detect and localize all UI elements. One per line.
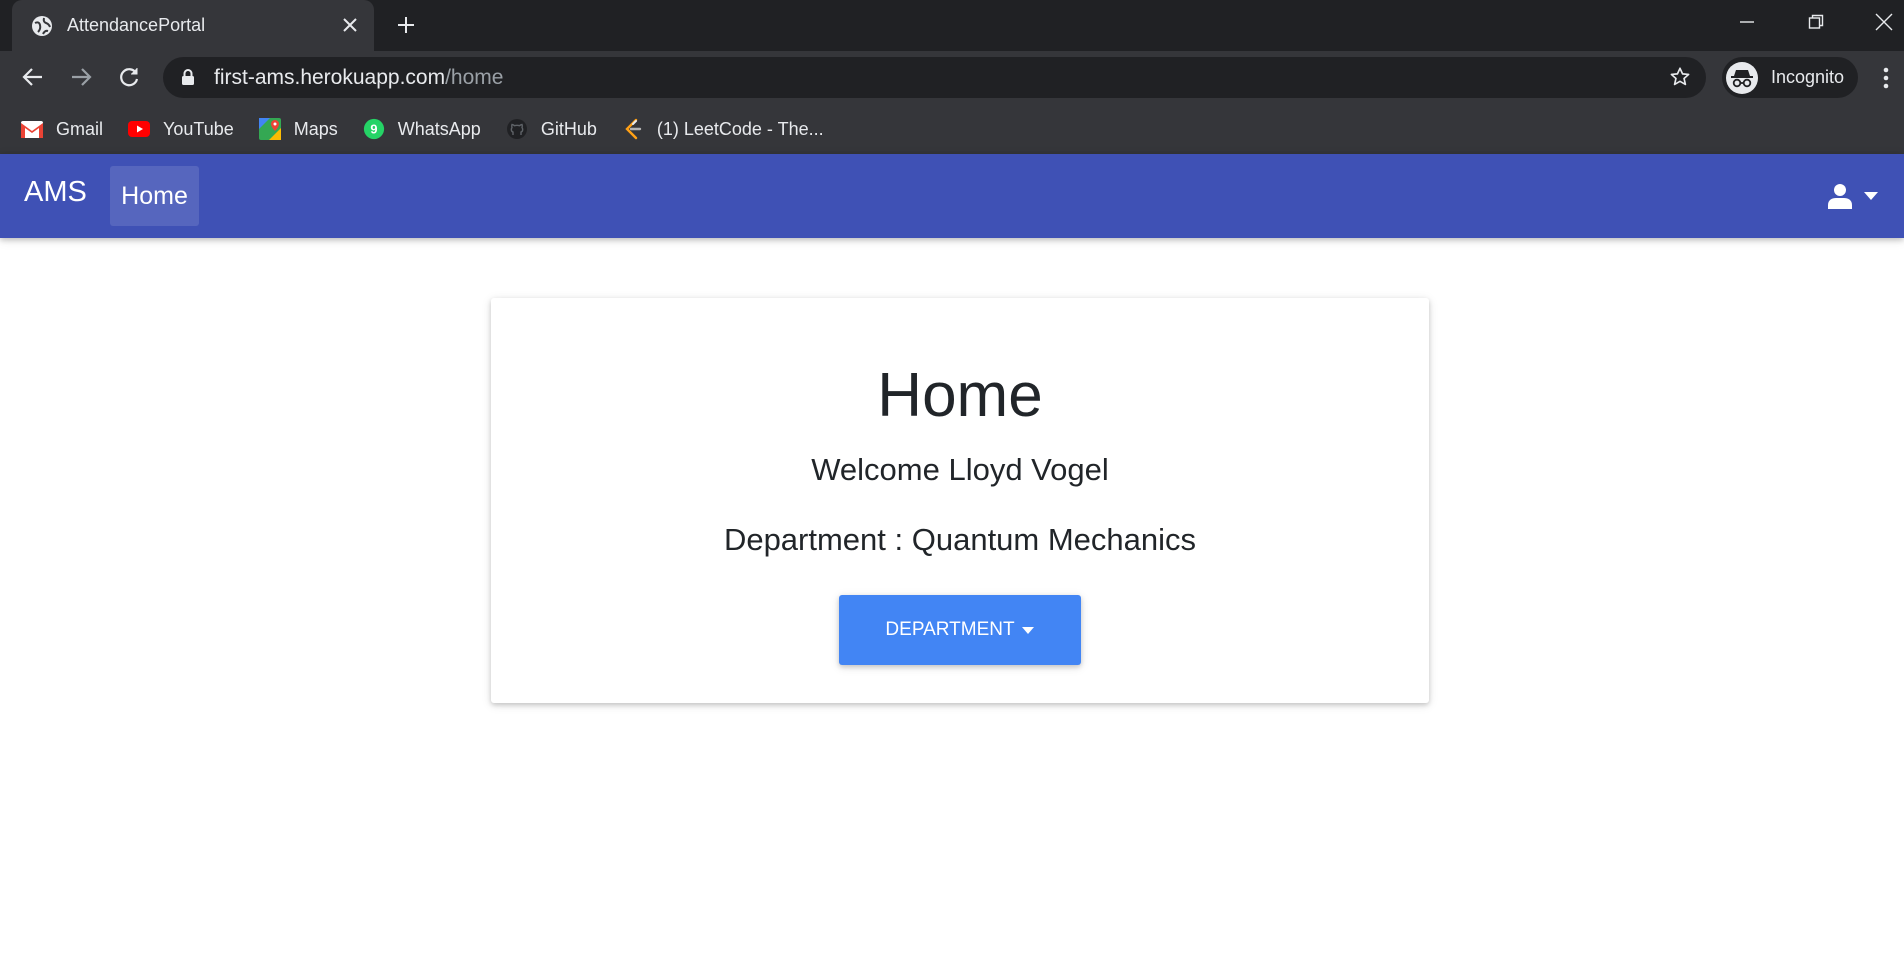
user-menu-toggle[interactable] — [1826, 180, 1878, 212]
navbar-brand[interactable]: AMS — [24, 176, 87, 209]
incognito-icon — [1726, 61, 1758, 94]
tab-strip: AttendancePortal — [0, 0, 1904, 51]
bookmark-github[interactable]: GitHub — [506, 113, 605, 145]
svg-text:9: 9 — [370, 122, 377, 137]
leetcode-icon — [622, 118, 644, 140]
page-title: Home — [877, 361, 1043, 430]
bookmark-youtube[interactable]: YouTube — [128, 113, 242, 145]
bookmark-label: WhatsApp — [397, 118, 481, 139]
address-bar[interactable]: first-ams.herokuapp.com/home — [163, 57, 1706, 98]
home-card: Home Welcome Lloyd Vogel Department : Qu… — [491, 298, 1429, 703]
chevron-down-icon — [1864, 192, 1878, 200]
nav-link-home[interactable]: Home — [110, 166, 199, 226]
url-path: /home — [445, 65, 504, 89]
bookmark-label: (1) LeetCode - The... — [656, 118, 824, 139]
more-menu-icon[interactable] — [1875, 63, 1897, 93]
incognito-profile-button[interactable]: Incognito — [1722, 57, 1858, 98]
user-icon — [1826, 181, 1854, 211]
browser-tab[interactable]: AttendancePortal — [12, 0, 374, 51]
lock-icon — [180, 69, 196, 87]
bookmark-star-icon[interactable] — [1668, 65, 1692, 89]
new-tab-icon[interactable] — [393, 12, 419, 38]
globe-icon — [31, 15, 53, 37]
gmail-icon — [21, 118, 43, 140]
tab-title: AttendancePortal — [67, 15, 206, 35]
whatsapp-icon: 9 — [363, 118, 385, 140]
bookmark-maps[interactable]: Maps — [258, 113, 346, 145]
department-info: Department : Quantum Mechanics — [723, 522, 1197, 557]
maps-icon — [258, 118, 281, 140]
bookmark-label: Maps — [293, 118, 338, 139]
bookmark-label: Gmail — [56, 118, 104, 139]
welcome-message: Welcome Lloyd Vogel — [811, 452, 1109, 487]
reload-icon[interactable] — [114, 62, 144, 92]
youtube-icon — [128, 118, 151, 140]
department-button-label: DEPARTMENT — [885, 619, 1015, 640]
back-arrow-icon[interactable] — [18, 62, 48, 92]
department-dropdown-button[interactable]: DEPARTMENT — [839, 595, 1081, 665]
bookmark-label: GitHub — [540, 118, 597, 139]
bookmark-leetcode[interactable]: (1) LeetCode - The... — [622, 113, 832, 145]
bookmark-label: YouTube — [163, 118, 234, 139]
forward-arrow-icon[interactable] — [66, 62, 96, 92]
browser-chrome: AttendancePortal first-ams.herokuapp.com… — [0, 0, 1904, 154]
restore-icon[interactable] — [1796, 8, 1836, 36]
minimize-icon[interactable] — [1727, 8, 1767, 36]
bookmark-gmail[interactable]: Gmail — [21, 113, 111, 145]
incognito-label: Incognito — [1771, 67, 1845, 87]
url-host: first-ams.herokuapp.com — [214, 65, 446, 89]
browser-toolbar: first-ams.herokuapp.com/home Incognito — [0, 51, 1904, 104]
close-tab-icon[interactable] — [338, 13, 362, 37]
app-navbar: AMS Home — [0, 154, 1904, 238]
github-icon — [506, 118, 528, 140]
chevron-down-icon — [1021, 626, 1035, 634]
bookmarks-bar: Gmail YouTube Maps 9 WhatsApp GitHub (1)… — [0, 104, 1904, 154]
close-window-icon[interactable] — [1864, 8, 1904, 36]
bookmark-whatsapp[interactable]: 9 WhatsApp — [363, 113, 489, 145]
url-text: first-ams.herokuapp.com/home — [214, 66, 503, 90]
